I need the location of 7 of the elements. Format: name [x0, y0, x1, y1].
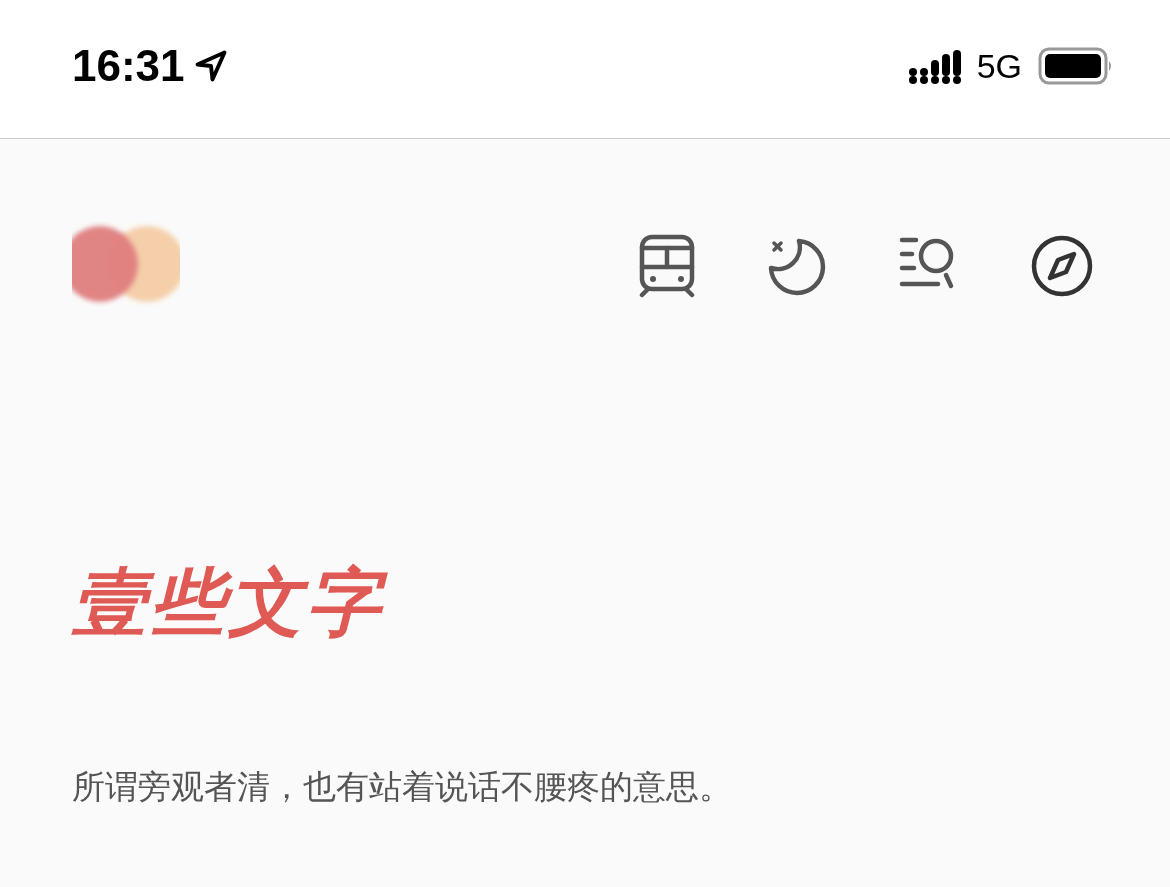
network-label: 5G [976, 46, 1022, 86]
compass-icon[interactable] [1030, 234, 1094, 298]
clock-time: 16:31 [72, 41, 185, 91]
signal-icon [908, 48, 961, 84]
page-title: 壹些文字 [72, 565, 1098, 639]
battery-icon [1038, 47, 1114, 85]
subtitle-text: 所谓旁观者清，也有站着说话不腰疼的意思。 [72, 767, 733, 807]
